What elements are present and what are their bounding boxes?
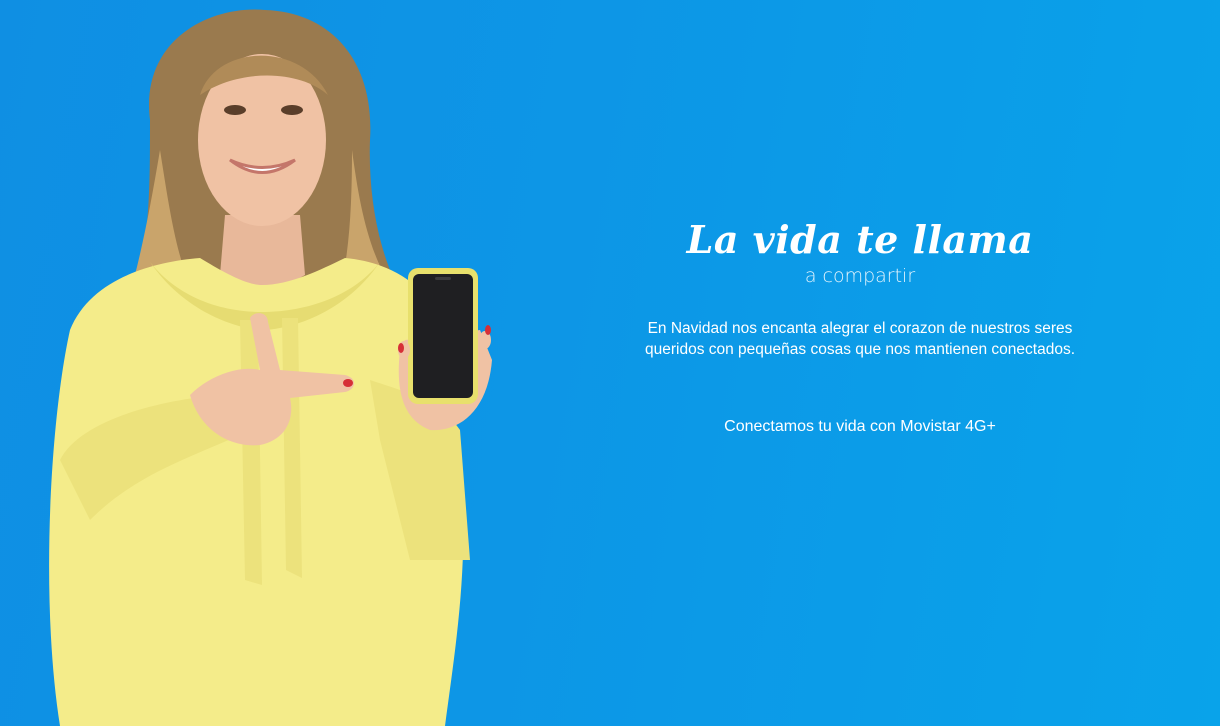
woman-with-phone-photo	[49, 9, 492, 726]
hero-banner: La vida te llama a compartir En Navidad …	[0, 0, 1220, 726]
promo-copy: La vida te llama a compartir En Navidad …	[600, 218, 1120, 438]
smartphone-icon	[408, 268, 478, 404]
cta-text: Conectamos tu vida con Movistar 4G+	[724, 418, 996, 435]
headline: La vida te llama	[686, 217, 1034, 262]
subheadline: a compartir	[804, 265, 916, 287]
body-text: En Navidad nos encanta alegrar el corazo…	[645, 320, 1075, 358]
